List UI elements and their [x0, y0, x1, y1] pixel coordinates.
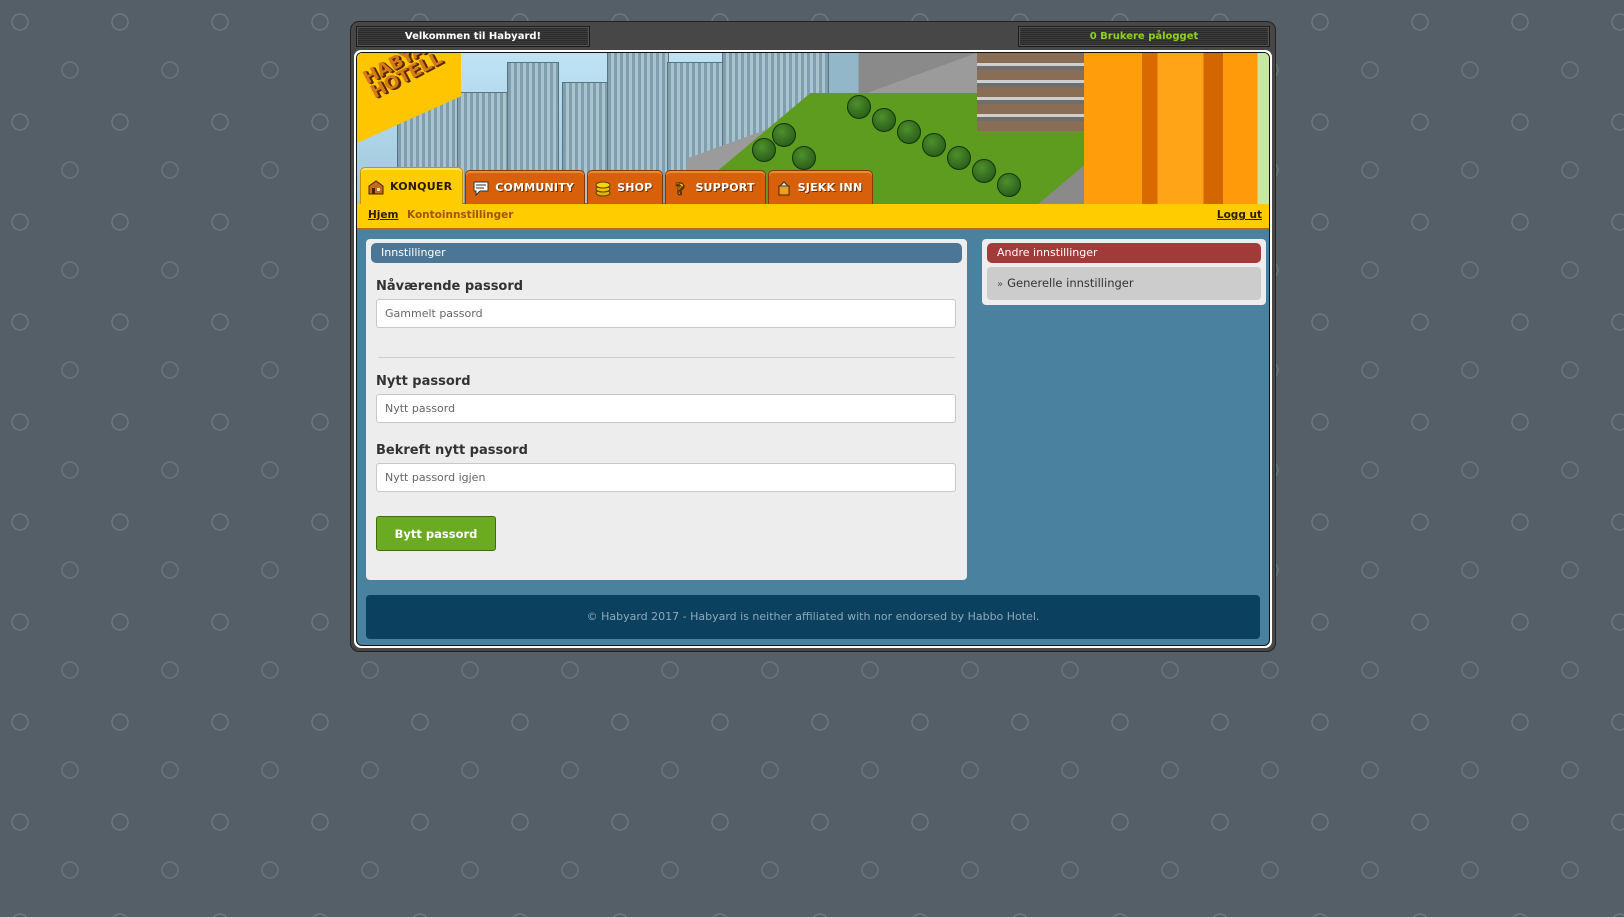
new-password-label: Nytt passord: [376, 374, 471, 389]
tab-label: SUPPORT: [695, 181, 755, 194]
tree: [772, 123, 796, 147]
current-password-input[interactable]: [376, 299, 956, 328]
top-bar: Velkommen til Habyard! 0 Brukere pålogge…: [356, 26, 1270, 47]
other-settings-title: Andre innstillinger: [987, 243, 1261, 263]
general-settings-link[interactable]: » Generelle innstillinger: [987, 267, 1261, 300]
tab-label: COMMUNITY: [495, 181, 575, 194]
hotel-tower: [1084, 53, 1269, 204]
main-nav: KONQUER COMMUNITY SHOP ? SUPPORT SJEKK I…: [360, 167, 874, 204]
tree: [922, 133, 946, 157]
account-settings-link[interactable]: Kontoinnstillinger: [407, 204, 513, 226]
tab-label: KONQUER: [390, 180, 453, 193]
change-password-button[interactable]: Bytt passord: [376, 516, 496, 551]
settings-panel-title: Innstillinger: [371, 243, 962, 263]
speech-bubble-icon: [472, 179, 490, 197]
welcome-message: Velkommen til Habyard!: [356, 26, 590, 47]
change-password-form: Nåværende passord Nytt passord Bekreft n…: [366, 263, 967, 551]
tab-konquer[interactable]: KONQUER: [360, 167, 464, 204]
general-settings-label: Generelle innstillinger: [1007, 276, 1134, 290]
tree: [752, 138, 776, 162]
header-banner: HABYARD HOTELL KONQUER COMMUNITY SHOP ? …: [357, 53, 1269, 204]
tab-shop[interactable]: SHOP: [587, 170, 664, 204]
tree: [972, 159, 996, 183]
tab-label: SJEKK INN: [797, 181, 863, 194]
confirm-password-label: Bekreft nytt passord: [376, 443, 528, 458]
tree: [847, 95, 871, 119]
coins-icon: [594, 179, 612, 197]
site-container: Velkommen til Habyard! 0 Brukere pålogge…: [350, 21, 1276, 652]
tab-sjekk-inn[interactable]: SJEKK INN: [767, 170, 874, 204]
new-password-input[interactable]: [376, 394, 956, 423]
question-mark-icon: ?: [672, 178, 690, 198]
tree: [872, 108, 896, 132]
cake-box-icon: [775, 179, 793, 197]
tab-community[interactable]: COMMUNITY: [465, 170, 586, 204]
logout-link[interactable]: Logg ut: [1217, 204, 1262, 226]
main-frame: HABYARD HOTELL KONQUER COMMUNITY SHOP ? …: [354, 50, 1272, 648]
tree: [947, 146, 971, 170]
tree: [897, 120, 921, 144]
other-settings-panel: Andre innstillinger » Generelle innstilli…: [982, 239, 1266, 305]
tab-label: SHOP: [617, 181, 653, 194]
home-link[interactable]: Hjem: [368, 204, 398, 226]
users-online-counter: 0 Brukere pålogget: [1018, 26, 1270, 47]
tab-support[interactable]: ? SUPPORT: [665, 170, 766, 204]
confirm-password-input[interactable]: [376, 463, 956, 492]
current-password-label: Nåværende passord: [376, 279, 524, 294]
footer: © Habyard 2017 - Habyard is neither affi…: [366, 595, 1260, 639]
form-divider: [378, 357, 955, 358]
settings-panel: Innstillinger Nåværende passord Nytt pas…: [366, 239, 967, 580]
house-icon: [367, 178, 385, 196]
sub-navigation: Hjem Kontoinnstillinger Logg ut: [357, 204, 1269, 230]
parking-building: [977, 53, 1085, 131]
double-chevron-icon: »: [997, 279, 1004, 290]
tree: [997, 173, 1021, 197]
svg-text:?: ?: [675, 179, 684, 197]
